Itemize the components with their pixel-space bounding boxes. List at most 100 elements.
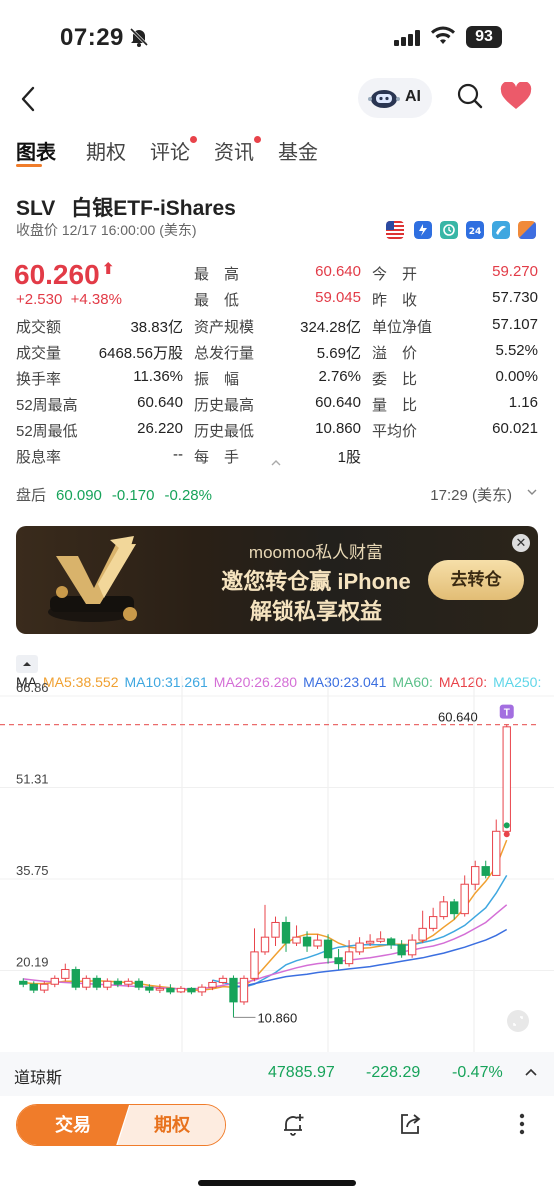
- robot-icon: [368, 90, 400, 108]
- candle-body: [355, 942, 364, 953]
- after-hours-time: 17:29 (美东): [430, 487, 512, 504]
- us-flag-icon: [386, 221, 404, 239]
- candle-body: [460, 883, 469, 915]
- expand-icon[interactable]: [507, 1010, 529, 1032]
- after-hours-change: -0.170: [111, 487, 155, 504]
- collapse-toggle-icon[interactable]: [16, 655, 38, 674]
- back-icon[interactable]: [14, 84, 44, 114]
- banner-cta-button[interactable]: 去转仓: [428, 560, 524, 600]
- banner-brand: moomoo私人财富: [248, 543, 384, 562]
- stat-label: 最 高: [194, 266, 240, 283]
- index-ticker-bar[interactable]: 道琼斯 47885.97 -228.29 -0.47%: [0, 1052, 554, 1096]
- stat-label: 52周最低: [16, 423, 78, 440]
- close-icon[interactable]: ✕: [512, 534, 530, 552]
- svg-text:24: 24: [469, 227, 482, 237]
- y-tick-label: 20.19: [16, 955, 49, 970]
- wifi-icon: [431, 26, 455, 44]
- index-pct: -0.47%: [452, 1064, 503, 1081]
- index-name: 道琼斯: [14, 1070, 63, 1087]
- after-hours-price: 60.090: [56, 487, 102, 504]
- stat-label: 振 幅: [194, 371, 240, 388]
- candle-body: [439, 901, 448, 918]
- candle-body: [29, 983, 38, 991]
- stat-label: 换手率: [16, 371, 62, 388]
- stat-value: 57.107: [492, 316, 538, 333]
- y-tick-label: 51.31: [16, 771, 49, 786]
- add-alert-bell-icon[interactable]: [280, 1112, 306, 1138]
- candle-body: [50, 977, 59, 985]
- chevron-up-icon[interactable]: [524, 1066, 538, 1080]
- security-name: 白银ETF-iShares: [71, 197, 236, 220]
- stat-label: 52周最高: [16, 397, 78, 414]
- y-tick-label: 66.86: [16, 680, 49, 695]
- home-indicator: [198, 1180, 356, 1186]
- tab-news[interactable]: 资讯: [214, 136, 261, 165]
- candle-body: [260, 936, 270, 953]
- tab-funds[interactable]: 基金: [278, 136, 318, 165]
- stat-value: 60.640: [315, 394, 361, 411]
- candle-body: [250, 951, 259, 979]
- trade-marker-label: T: [504, 708, 510, 719]
- candle-body: [302, 936, 312, 947]
- tab-comments[interactable]: 评论: [150, 136, 197, 165]
- ai-assistant-button[interactable]: AI: [358, 78, 432, 118]
- chevron-down-icon[interactable]: [526, 486, 538, 498]
- candle-body: [281, 921, 291, 944]
- candle-body: [271, 921, 280, 938]
- share-icon[interactable]: [398, 1112, 422, 1136]
- trade-options-segment: 交易 期权: [16, 1104, 226, 1146]
- candle-body: [407, 939, 417, 956]
- ai-label: AI: [405, 88, 421, 105]
- candle-body: [229, 977, 238, 1003]
- signal-icon: [394, 30, 420, 46]
- symbol: SLV: [16, 197, 56, 220]
- candle-body: [292, 936, 301, 944]
- stat-label: 资产规模: [194, 319, 255, 336]
- candle-body: [450, 901, 459, 915]
- stat-label: 昨 收: [372, 292, 418, 309]
- candle-body: [155, 987, 165, 991]
- stat-label: 最 低: [194, 292, 240, 309]
- candle-body: [40, 983, 49, 991]
- candle-body: [208, 981, 217, 988]
- options-button[interactable]: 期权: [117, 1105, 225, 1145]
- status-bar: 07:29 93: [0, 0, 554, 76]
- trade-button[interactable]: 交易: [17, 1105, 129, 1145]
- candle-body: [313, 939, 322, 947]
- search-icon[interactable]: [456, 82, 484, 110]
- candle-body: [418, 927, 427, 941]
- stat-label: 历史最高: [194, 397, 255, 414]
- tab-options[interactable]: 期权: [86, 136, 126, 165]
- collapse-chevron-icon[interactable]: [270, 458, 282, 468]
- stat-value: 2.76%: [318, 368, 361, 385]
- stat-value: 60.021: [492, 420, 538, 437]
- candlestick-chart[interactable]: 66.86 51.31 35.75 20.19 60.640 10.860 T: [0, 676, 554, 1054]
- unread-dot: [190, 136, 197, 143]
- status-time: 07:29: [60, 24, 124, 51]
- candle-body: [471, 866, 480, 885]
- stat-label: 成交额: [16, 319, 62, 336]
- stat-value: --: [173, 446, 183, 463]
- active-tab-underline: [16, 164, 42, 167]
- unread-dot: [254, 136, 261, 143]
- moomoo-trophy-logo: [48, 536, 137, 622]
- candle-body: [197, 986, 207, 993]
- stat-label: 溢 价: [372, 345, 418, 362]
- stat-value: 59.045: [315, 289, 361, 306]
- tab-chart[interactable]: 图表: [16, 136, 56, 167]
- stat-value: 57.730: [492, 289, 538, 306]
- stat-label: 单位净值: [372, 319, 433, 336]
- candle-body: [134, 980, 144, 988]
- index-value: 47885.97: [268, 1064, 335, 1081]
- more-menu-icon[interactable]: [518, 1112, 526, 1136]
- candle-body: [239, 977, 249, 1003]
- stat-label: 今 开: [372, 266, 418, 283]
- banner-subline: 解锁私享权益: [249, 599, 382, 624]
- favorite-heart-icon[interactable]: [500, 82, 532, 110]
- promo-banner[interactable]: moomoo私人财富 邀您转仓赢 iPhone 解锁私享权益 去转仓 ✕: [16, 526, 538, 634]
- stat-value: 60.640: [137, 394, 183, 411]
- stat-value: 5.69亿: [316, 345, 361, 362]
- security-title: SLV 白银ETF-iShares: [16, 192, 236, 222]
- chart-canvas[interactable]: 66.86 51.31 35.75 20.19 60.640 10.860 T: [0, 676, 554, 1054]
- candle-body: [103, 980, 112, 988]
